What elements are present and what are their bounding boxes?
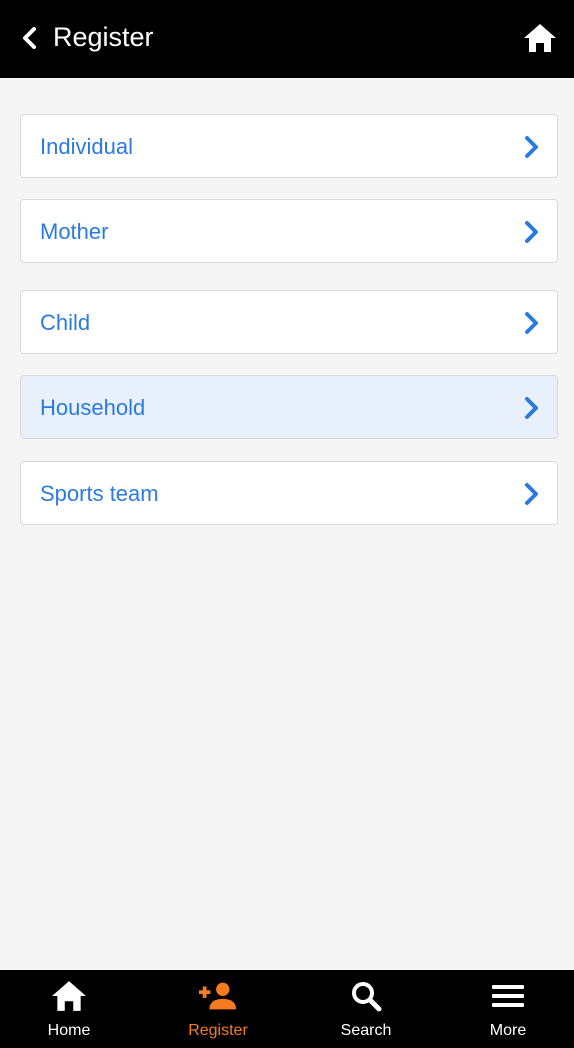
list-item-label: Household: [40, 395, 146, 420]
list-item-mother[interactable]: Mother: [20, 199, 558, 263]
bottom-navigation: Home Register Search More: [0, 970, 574, 1048]
search-icon: [352, 982, 382, 1012]
list-item-label: Child: [40, 310, 91, 335]
tab-search-label: Search: [340, 1022, 392, 1039]
home-icon: [52, 981, 86, 1011]
tab-more[interactable]: More: [448, 970, 568, 1048]
home-button[interactable]: [520, 18, 560, 58]
tab-more-label: More: [489, 1022, 527, 1039]
add-person-icon: [198, 982, 237, 1010]
chevron-left-icon: [23, 27, 36, 49]
back-button[interactable]: [14, 22, 46, 54]
chevron-right-icon: [525, 312, 538, 334]
chevron-right-icon: [525, 221, 538, 243]
page-title: Register: [53, 22, 154, 52]
list-item-label: Mother: [40, 219, 109, 244]
tab-register-label: Register: [188, 1022, 248, 1039]
tab-register[interactable]: Register: [158, 970, 278, 1048]
list-item-label: Sports team: [40, 481, 159, 506]
chevron-right-icon: [525, 483, 538, 505]
menu-icon: [492, 985, 524, 1007]
tab-home-label: Home: [47, 1022, 91, 1039]
list-item-sports-team[interactable]: Sports team: [20, 461, 558, 525]
chevron-right-icon: [525, 136, 538, 158]
home-icon: [524, 24, 556, 52]
list-item-child[interactable]: Child: [20, 290, 558, 354]
tab-home[interactable]: Home: [9, 970, 129, 1048]
list-item-individual[interactable]: Individual: [20, 114, 558, 178]
tab-search[interactable]: Search: [306, 970, 426, 1048]
list-item-household[interactable]: Household: [20, 375, 558, 439]
top-bar: Register: [0, 0, 574, 78]
chevron-right-icon: [525, 397, 538, 419]
list-item-label: Individual: [40, 134, 133, 159]
